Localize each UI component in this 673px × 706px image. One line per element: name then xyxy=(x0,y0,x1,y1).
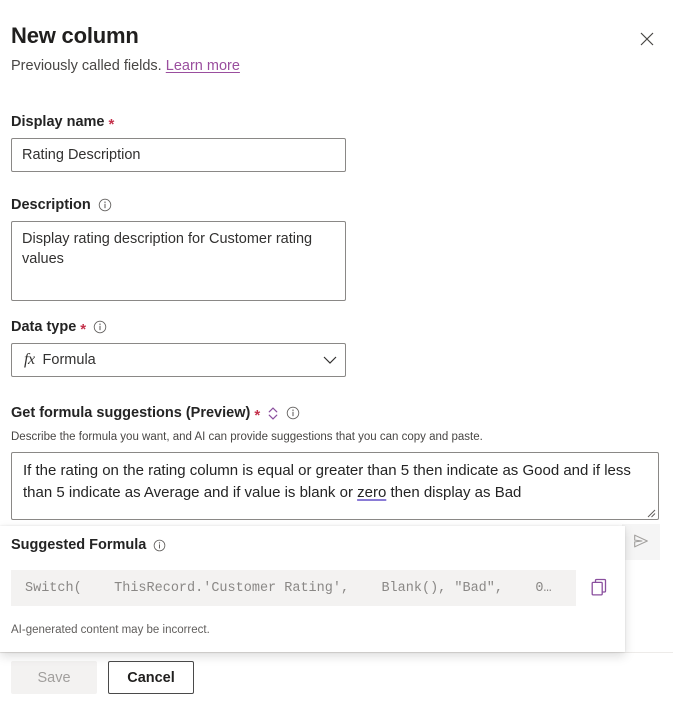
page-title: New column xyxy=(11,22,661,50)
chevron-down-icon xyxy=(323,356,337,365)
required-asterisk: * xyxy=(80,322,86,337)
close-icon xyxy=(640,32,654,46)
suggested-formula-card: Suggested Formula Switch( ThisRecord.'Cu… xyxy=(0,526,625,652)
description-label: Description xyxy=(11,195,346,215)
formula-suggestions-label: Get formula suggestions (Preview) * xyxy=(11,403,483,423)
suggested-formula-row: Switch( ThisRecord.'Customer Rating', Bl… xyxy=(11,570,614,606)
formula-suggestions-label-text: Get formula suggestions (Preview) xyxy=(11,403,250,423)
required-asterisk: * xyxy=(109,117,115,132)
save-button[interactable]: Save xyxy=(11,661,97,694)
send-prompt-button[interactable] xyxy=(622,524,660,560)
cancel-button[interactable]: Cancel xyxy=(108,661,194,694)
description-field: Description Display rating description f… xyxy=(11,195,346,306)
info-icon[interactable] xyxy=(286,406,300,420)
send-icon xyxy=(632,532,650,553)
display-name-input[interactable] xyxy=(11,138,346,172)
required-asterisk: * xyxy=(254,408,260,423)
chevron-up-down-icon[interactable] xyxy=(267,406,279,421)
fx-icon: fx xyxy=(24,351,35,369)
subtitle-text: Previously called fields. xyxy=(11,58,162,74)
description-textarea[interactable]: Display rating description for Customer … xyxy=(11,221,346,301)
formula-suggestions-hint: Describe the formula you want, and AI ca… xyxy=(11,429,483,445)
data-type-field: Data type * fx Formula xyxy=(11,317,346,377)
display-name-field: Display name * xyxy=(11,112,346,172)
data-type-dropdown[interactable]: fx Formula xyxy=(11,343,346,377)
info-icon[interactable] xyxy=(93,320,107,334)
display-name-label: Display name * xyxy=(11,112,346,132)
suggested-formula-text: Switch( ThisRecord.'Customer Rating', Bl… xyxy=(25,581,552,596)
data-type-label-text: Data type xyxy=(11,317,76,337)
prompt-text-part1: If the rating on the rating column is eq… xyxy=(23,462,631,501)
learn-more-link[interactable]: Learn more xyxy=(166,58,240,74)
suggested-formula-label-text: Suggested Formula xyxy=(11,537,146,553)
footer-divider xyxy=(0,652,673,653)
close-button[interactable] xyxy=(631,23,663,55)
prompt-wrapper: If the rating on the rating column is eq… xyxy=(11,452,659,520)
formula-suggestions-section: Get formula suggestions (Preview) * Desc… xyxy=(11,403,483,445)
data-type-label: Data type * xyxy=(11,317,346,337)
info-icon[interactable] xyxy=(98,198,112,212)
panel-header: New column Previously called fields. Lea… xyxy=(11,22,661,76)
description-label-text: Description xyxy=(11,195,91,215)
suggested-formula-label: Suggested Formula xyxy=(11,537,166,553)
resize-grip[interactable] xyxy=(646,508,656,518)
panel-subtitle: Previously called fields. Learn more xyxy=(11,56,661,76)
display-name-label-text: Display name xyxy=(11,112,105,132)
panel-footer: Save Cancel xyxy=(11,661,194,694)
copy-formula-button[interactable] xyxy=(584,573,614,603)
data-type-selected-value: Formula xyxy=(43,352,323,368)
formula-prompt-input[interactable]: If the rating on the rating column is eq… xyxy=(11,452,659,520)
info-icon[interactable] xyxy=(153,539,166,552)
copy-icon xyxy=(589,577,609,600)
ai-disclaimer: AI-generated content may be incorrect. xyxy=(11,622,210,638)
prompt-text-part2: then display as Bad xyxy=(386,484,521,501)
suggested-formula-box[interactable]: Switch( ThisRecord.'Customer Rating', Bl… xyxy=(11,570,576,606)
new-column-panel: New column Previously called fields. Lea… xyxy=(0,0,673,706)
prompt-misspelled-word: zero xyxy=(357,484,386,501)
